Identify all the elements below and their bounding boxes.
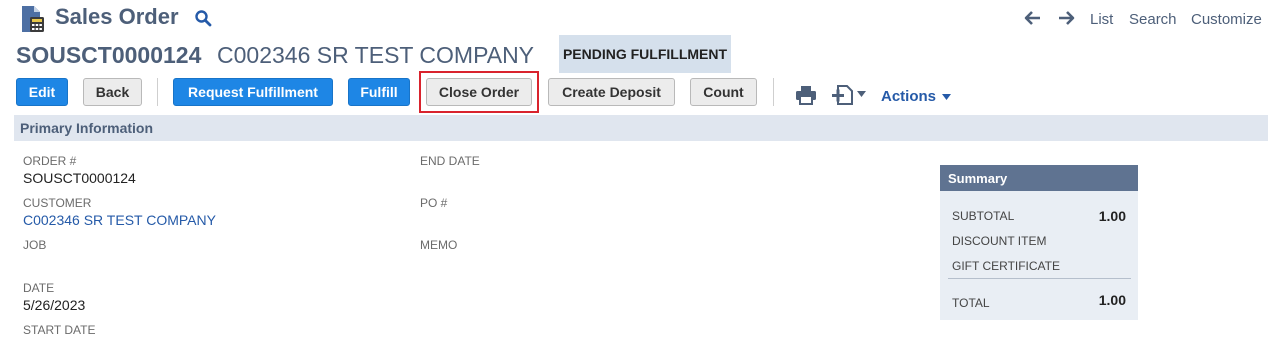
record-number: SOUSCT0000124 xyxy=(16,42,202,68)
caret-down-icon xyxy=(942,94,952,101)
search-link[interactable]: Search xyxy=(1129,11,1177,28)
fulfill-button[interactable]: Fulfill xyxy=(348,78,410,106)
toolbar-divider xyxy=(157,78,158,106)
back-button[interactable]: Back xyxy=(83,78,142,106)
section-title[interactable]: Primary Information xyxy=(20,120,153,136)
edit-button[interactable]: Edit xyxy=(16,78,68,106)
summary-title: Summary xyxy=(948,171,1008,186)
customize-link[interactable]: Customize xyxy=(1191,11,1262,28)
date-value: 5/26/2023 xyxy=(23,297,86,313)
print-icon[interactable] xyxy=(795,85,817,105)
order-number-value: SOUSCT0000124 xyxy=(23,170,136,186)
customer-label: CUSTOMER xyxy=(23,196,92,210)
actions-label: Actions xyxy=(881,88,937,105)
new-document-icon[interactable] xyxy=(832,85,854,105)
section-header-bar[interactable] xyxy=(14,115,1268,141)
total-value: 1.00 xyxy=(1098,292,1126,308)
total-label: TOTAL xyxy=(952,296,990,310)
create-deposit-button[interactable]: Create Deposit xyxy=(548,78,675,106)
end-date-label: END DATE xyxy=(420,154,480,168)
record-type-icon xyxy=(22,6,44,32)
subtotal-value: 1.00 xyxy=(1098,208,1126,224)
po-number-label: PO # xyxy=(420,196,448,210)
customer-link[interactable]: C002346 SR TEST COMPANY xyxy=(23,212,216,228)
record-name: C002346 SR TEST COMPANY xyxy=(217,42,535,68)
toolbar-divider xyxy=(773,78,774,106)
status-badge: PENDING FULFILLMENT xyxy=(559,35,731,73)
count-button[interactable]: Count xyxy=(690,78,757,106)
gift-certificate-label: GIFT CERTIFICATE xyxy=(952,259,1061,273)
order-number-label: ORDER # xyxy=(23,154,77,168)
date-label: DATE xyxy=(23,281,55,295)
back-arrow-icon[interactable] xyxy=(1024,10,1042,26)
discount-item-label: DISCOUNT ITEM xyxy=(952,234,1047,248)
search-icon[interactable] xyxy=(194,9,212,27)
caret-down-icon[interactable] xyxy=(857,91,866,97)
job-label: JOB xyxy=(23,238,47,252)
request-fulfillment-button[interactable]: Request Fulfillment xyxy=(173,78,333,106)
subtotal-label: SUBTOTAL xyxy=(952,209,1015,223)
list-link[interactable]: List xyxy=(1090,11,1113,28)
memo-label: MEMO xyxy=(420,238,458,252)
start-date-label: START DATE xyxy=(23,323,96,337)
page-title: Sales Order xyxy=(55,4,179,29)
forward-arrow-icon[interactable] xyxy=(1057,10,1075,26)
actions-menu[interactable]: Actions xyxy=(881,88,952,105)
close-order-highlight xyxy=(419,71,539,113)
summary-divider xyxy=(948,278,1131,279)
